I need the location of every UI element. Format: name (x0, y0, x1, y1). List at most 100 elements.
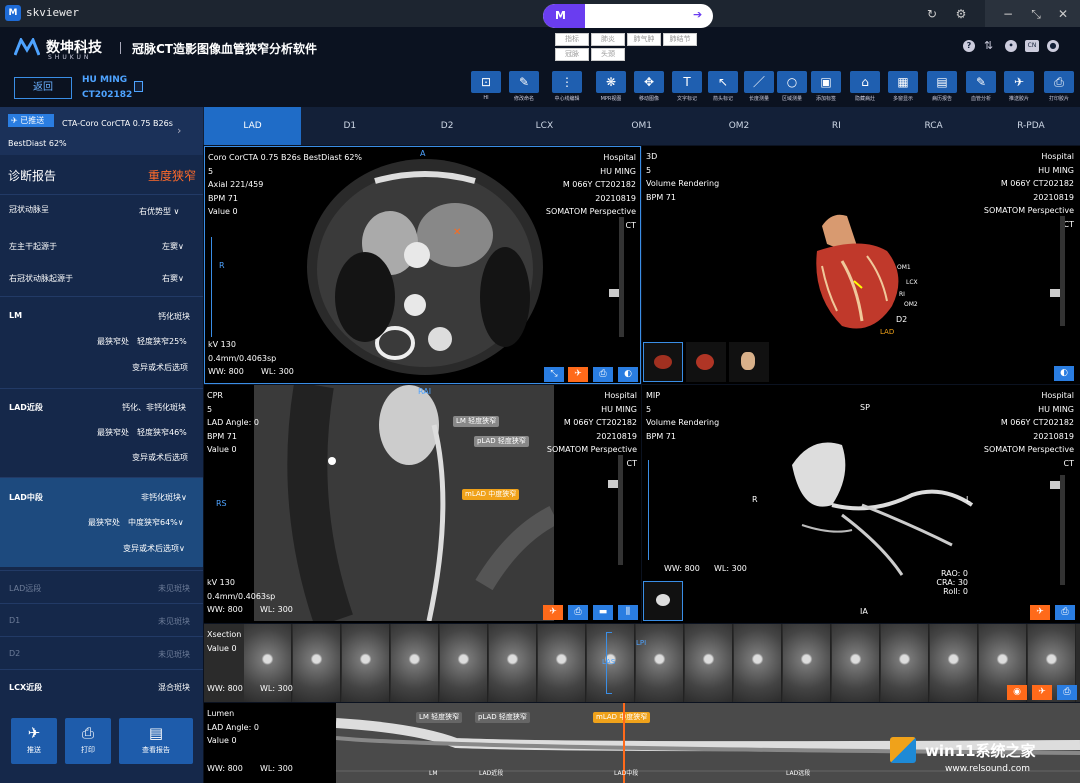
xsection-cell[interactable] (734, 624, 782, 702)
slider-thumb[interactable] (1050, 289, 1060, 297)
gear-icon[interactable]: ⚙ (953, 6, 969, 22)
slider-thumb[interactable] (1050, 481, 1060, 489)
thumbnail-2[interactable] (686, 342, 726, 382)
stenosis[interactable]: 最狭窄处 轻度狭窄46% (97, 427, 187, 438)
toolbar-button[interactable]: ／ 长度测量 (742, 71, 776, 107)
print-button[interactable]: ⎙ (568, 605, 588, 620)
xsection-cell[interactable] (391, 624, 439, 702)
tab-om2[interactable]: OM2 (691, 107, 788, 145)
tab-d2[interactable]: D2 (399, 107, 496, 145)
slice-slider[interactable] (619, 217, 624, 337)
toolbar-button[interactable]: ✥ 移动图像 (632, 71, 666, 107)
slider-thumb[interactable] (608, 480, 618, 488)
plaque-type[interactable]: 未见斑块 (158, 649, 190, 660)
send-button[interactable]: ✈ (543, 605, 563, 620)
stenosis-tag[interactable]: LM 轻度狭窄 (416, 712, 463, 723)
thumbnail-3[interactable] (729, 342, 769, 382)
search-chip[interactable]: 头颈 (591, 48, 625, 61)
slider-track[interactable] (618, 455, 623, 565)
plaque-type[interactable]: 未见斑块 (158, 583, 190, 594)
xsection-cell[interactable] (783, 624, 831, 702)
help-icon[interactable]: ? (963, 40, 975, 52)
slider-track[interactable] (1060, 475, 1065, 585)
toolbar-button[interactable]: ⋮ 中心线编辑 (550, 71, 584, 107)
plaque-type[interactable]: 钙化、非钙化斑块 (122, 402, 186, 413)
row-value[interactable]: 右优势型 ∨ (139, 206, 179, 217)
layout-button[interactable]: ◐ (1054, 366, 1074, 381)
toolbar-button[interactable]: ✎ 血管分析 (964, 71, 998, 107)
xsection-cell[interactable] (293, 624, 341, 702)
toolbar-button[interactable]: ❋ MPR视图 (594, 71, 628, 107)
print-button[interactable]: ⎙ (1057, 685, 1077, 700)
xsection-cell[interactable] (930, 624, 978, 702)
send-button[interactable]: ✈ (1032, 685, 1052, 700)
search-chip[interactable]: 肺炎 (591, 33, 625, 46)
camera-button[interactable]: ◉ (1007, 685, 1027, 700)
toolbar-button[interactable]: ▦ 多窗显示 (886, 71, 920, 107)
mip-viewport[interactable]: MIP 5 Volume Rendering BPM 71 Hospital H… (642, 385, 1080, 623)
search-chip[interactable]: 肺结节 (663, 33, 697, 46)
stenosis[interactable]: 最狭窄处 轻度狭窄25% (97, 336, 187, 347)
toolbar-button[interactable]: ▤ 病历报告 (925, 71, 959, 107)
print-button[interactable]: ⎙ 打印 (65, 718, 111, 764)
thumbnail-1[interactable] (643, 342, 683, 382)
back-button[interactable]: 返回 (14, 77, 72, 99)
tab-d1[interactable]: D1 (301, 107, 398, 145)
settings-icon[interactable]: • (1005, 40, 1017, 52)
search-bar[interactable]: M ➔ (543, 4, 713, 28)
stenosis-tag[interactable]: LM 轻度狭窄 (453, 416, 500, 427)
search-chip[interactable]: 冠脉 (555, 48, 589, 61)
slice-slider-thumb[interactable] (609, 289, 619, 297)
search-chip[interactable]: 指标 (555, 33, 589, 46)
straighten-button[interactable]: ▬ (593, 605, 613, 620)
view-report-button[interactable]: ▤ 查看报告 (119, 718, 193, 764)
stenosis-tag[interactable]: mLAD 中度狭窄 (462, 489, 520, 500)
toolbar-button[interactable]: T 文字标记 (670, 71, 704, 107)
plaque-type[interactable]: 混合斑块 (158, 682, 190, 693)
tab-lcx[interactable]: LCX (496, 107, 593, 145)
3d-viewport[interactable]: 3D 5 Volume Rendering BPM 71 Hospital HU… (642, 146, 1080, 384)
xsection-cell[interactable] (440, 624, 488, 702)
copy-icon[interactable] (134, 81, 143, 92)
xsection-cell[interactable] (685, 624, 733, 702)
plaque-type[interactable]: 钙化斑块 (158, 311, 190, 322)
stenosis[interactable]: 最狭窄处 中度狭窄64%∨ (88, 517, 184, 528)
xsection-cell[interactable] (489, 624, 537, 702)
maximize-icon[interactable]: ⤡ (1028, 6, 1044, 22)
variant-option[interactable]: 变异或术后选项 (132, 362, 188, 373)
stenosis-tag[interactable]: mLAD 中度狭窄 (593, 712, 651, 723)
row-value[interactable]: 左窦∨ (162, 241, 184, 252)
user-icon[interactable]: ● (1047, 40, 1059, 52)
tab-ri[interactable]: RI (788, 107, 885, 145)
sort-icon[interactable]: ⇅ (984, 39, 993, 52)
plaque-type[interactable]: 未见斑块 (158, 616, 190, 627)
tab-rca[interactable]: RCA (885, 107, 982, 145)
toolbar-button[interactable]: ✎ 修改命名 (507, 71, 541, 107)
send-button[interactable]: ✈ (568, 367, 588, 382)
layout-button[interactable]: ◐ (618, 367, 638, 382)
language-icon[interactable]: CN (1025, 40, 1039, 52)
axial-viewport[interactable]: ✕ Coro CorCTA 0.75 B26s BestDiast 62% 5 … (204, 146, 641, 384)
toolbar-button[interactable]: ↖ 箭头标记 (706, 71, 740, 107)
variant-option[interactable]: 变异或术后选项∨ (123, 543, 185, 554)
variant-option[interactable]: 变异或术后选项 (132, 452, 188, 463)
stenosis-tag[interactable]: pLAD 轻度狭窄 (475, 712, 530, 723)
toolbar-button[interactable]: ✈ 推送胶片 (1002, 71, 1036, 107)
fullscreen-button[interactable]: ⤡ (544, 367, 564, 382)
layout-button[interactable]: ⫼ (618, 605, 638, 620)
toolbar-button[interactable]: ⊡ HI (469, 71, 503, 107)
plaque-type[interactable]: 非钙化斑块∨ (141, 492, 187, 503)
xsection-cell[interactable] (832, 624, 880, 702)
toolbar-button[interactable]: ▣ 添加标签 (809, 71, 843, 107)
tab-lad[interactable]: LAD (204, 107, 301, 145)
xsection-cell[interactable] (538, 624, 586, 702)
print-button[interactable]: ⎙ (593, 367, 613, 382)
toolbar-button[interactable]: ⌂ 隐藏病灶 (848, 71, 882, 107)
search-go-icon[interactable]: ➔ (693, 8, 702, 21)
toolbar-button[interactable]: ⎙ 打印胶片 (1042, 71, 1076, 107)
tab-om1[interactable]: OM1 (593, 107, 690, 145)
xsection-cell[interactable] (881, 624, 929, 702)
toolbar-button[interactable]: ○ 区域测量 (775, 71, 809, 107)
cpr-viewport[interactable]: CPR 5 LAD Angle: 0 BPM 71 Value 0 Hospit… (204, 385, 641, 623)
refresh-icon[interactable]: ↻ (924, 6, 940, 22)
